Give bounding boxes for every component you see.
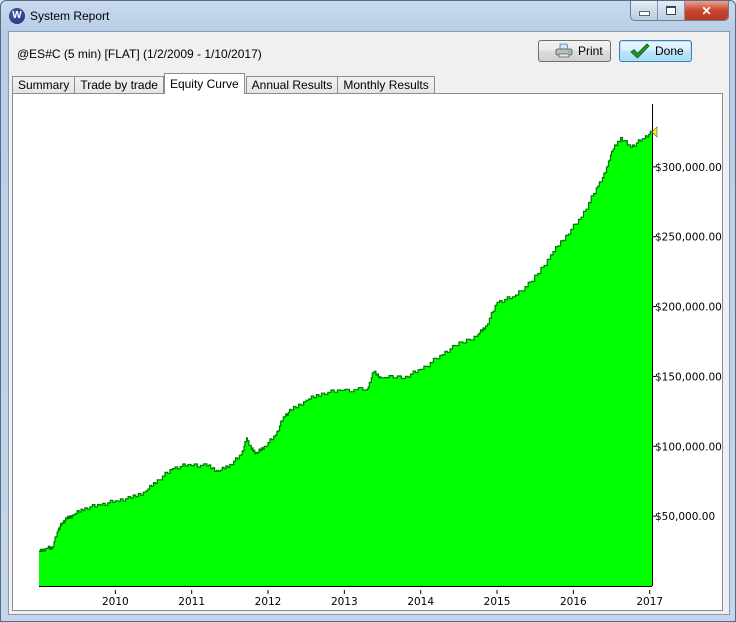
done-button[interactable]: Done xyxy=(619,40,692,62)
equity-curve-chart: $50,000.00 $100,000.00 $150,000.00 $200,000… xyxy=(39,104,722,608)
window-title: System Report xyxy=(30,9,110,23)
maximize-icon xyxy=(666,6,676,15)
tab-annual-results[interactable]: Annual Results xyxy=(245,76,339,94)
tab-trade-by-trade[interactable]: Trade by trade xyxy=(74,76,164,94)
x-tick-label: 2013 xyxy=(331,596,358,608)
minimize-icon xyxy=(638,11,650,16)
x-tick-label: 2011 xyxy=(178,596,205,608)
checkmark-icon xyxy=(630,43,650,59)
close-button[interactable]: ✕ xyxy=(685,1,728,20)
y-tick-label: $100,000.00 xyxy=(655,441,722,453)
y-tick-label: $250,000.00 xyxy=(655,232,722,244)
x-tick-label: 2017 xyxy=(636,596,663,608)
maximize-button[interactable] xyxy=(658,1,685,20)
y-tick-label: $50,000.00 xyxy=(655,511,715,523)
y-tick-label: $200,000.00 xyxy=(655,302,722,314)
report-label: @ES#C (5 min) [FLAT] (1/2/2009 - 1/10/20… xyxy=(17,47,262,61)
printer-icon xyxy=(555,43,573,59)
system-report-window: W System Report ✕ @ES#C (5 min) [FLAT] (… xyxy=(0,0,736,622)
equity-curve-panel: $50,000.00 $100,000.00 $150,000.00 $200,000… xyxy=(12,93,723,611)
y-tick-label: $300,000.00 xyxy=(655,162,722,174)
window-controls: ✕ xyxy=(630,1,729,21)
x-tick-label: 2016 xyxy=(560,596,587,608)
equity-area xyxy=(39,131,652,587)
client-area: @ES#C (5 min) [FLAT] (1/2/2009 - 1/10/20… xyxy=(8,31,730,615)
tab-bar: Summary Trade by trade Equity Curve Annu… xyxy=(12,73,435,94)
x-tick-label: 2015 xyxy=(484,596,511,608)
title-bar[interactable]: W System Report ✕ xyxy=(1,1,735,31)
x-tick-label: 2014 xyxy=(407,596,434,608)
close-icon: ✕ xyxy=(701,3,712,18)
done-label: Done xyxy=(655,44,684,58)
x-tick-label: 2012 xyxy=(255,596,282,608)
tab-equity-curve[interactable]: Equity Curve xyxy=(163,73,245,94)
x-tick-label: 2010 xyxy=(102,596,129,608)
tab-summary[interactable]: Summary xyxy=(12,76,76,94)
y-tick-label: $150,000.00 xyxy=(655,371,722,383)
minimize-button[interactable] xyxy=(631,1,658,20)
print-label: Print xyxy=(578,44,603,58)
w-logo-icon: W xyxy=(9,8,25,24)
print-button[interactable]: Print xyxy=(538,40,611,62)
tab-monthly-results[interactable]: Monthly Results xyxy=(337,76,435,94)
